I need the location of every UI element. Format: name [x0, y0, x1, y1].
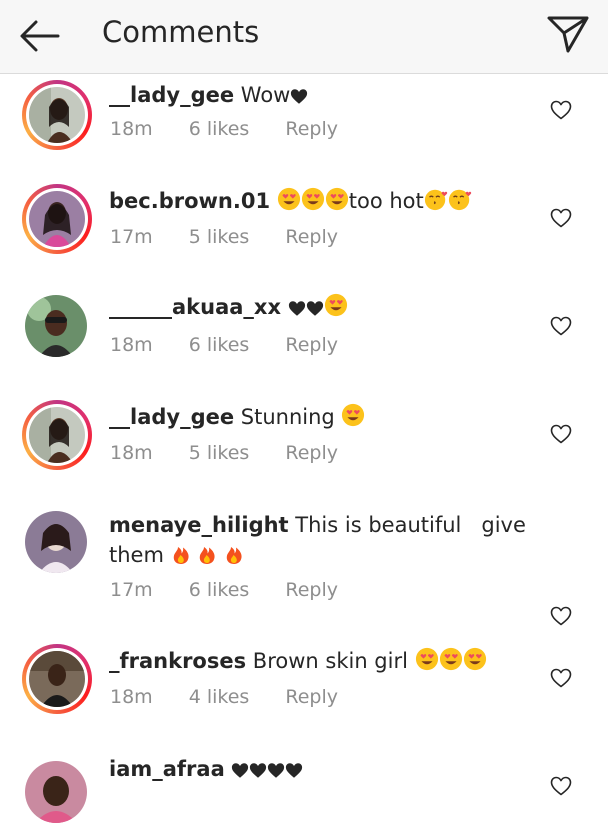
likes-count[interactable]: 4 likes — [189, 686, 250, 708]
black-heart-icon — [231, 762, 249, 779]
avatar — [25, 511, 87, 573]
likes-count[interactable]: 5 likes — [189, 226, 250, 248]
avatar-container[interactable] — [22, 508, 92, 578]
comment-text: menaye_hilight This is beautiful give th… — [109, 510, 529, 570]
reply-button[interactable]: Reply — [285, 118, 338, 140]
comment-text: bec.brown.01 too hot — [109, 186, 529, 216]
arrow-left-icon[interactable] — [18, 18, 62, 54]
story-ring[interactable] — [22, 184, 92, 254]
heart-icon[interactable] — [550, 100, 572, 120]
reply-button[interactable]: Reply — [285, 579, 338, 601]
heart-eyes-emoji-icon — [341, 403, 365, 427]
black-heart-icon — [249, 762, 267, 779]
username[interactable]: bec.brown.01 — [109, 189, 270, 213]
timestamp: 18m — [110, 334, 153, 356]
story-ring[interactable] — [22, 644, 92, 714]
heart-eyes-emoji-icon — [463, 647, 487, 671]
story-ring[interactable] — [22, 80, 92, 150]
list-item: _frankroses Brown skin girl 18m 4 likes … — [0, 644, 608, 752]
black-heart-icon — [267, 762, 285, 779]
avatar — [29, 191, 85, 247]
heart-eyes-emoji-icon — [301, 187, 325, 211]
username[interactable]: __lady_gee — [109, 83, 234, 107]
likes-count[interactable]: 6 likes — [189, 579, 250, 601]
likes-count[interactable]: 5 likes — [189, 442, 250, 464]
comment-body: Brown skin girl — [252, 649, 408, 673]
list-item: iam_afraa — [0, 752, 608, 823]
avatar — [29, 87, 85, 143]
heart-eyes-emoji-icon — [277, 187, 301, 211]
list-item: __lady_gee Wow 18m 6 likes Reply — [0, 74, 608, 184]
comment-body: too hot — [348, 189, 424, 213]
list-item: __lady_gee Stunning 18m 5 likes Reply — [0, 400, 608, 508]
heart-eyes-emoji-icon — [415, 647, 439, 671]
username[interactable]: menaye_hilight — [109, 513, 289, 537]
reply-button[interactable]: Reply — [285, 334, 338, 356]
heart-eyes-emoji-icon — [439, 647, 463, 671]
username[interactable]: _frankroses — [109, 649, 246, 673]
comment-text: _frankroses Brown skin girl — [109, 646, 529, 676]
avatar-container[interactable] — [22, 292, 92, 362]
page-title: Comments — [102, 15, 260, 49]
timestamp: 18m — [110, 686, 153, 708]
timestamp: 18m — [110, 118, 153, 140]
avatar — [29, 407, 85, 463]
comment-text: iam_afraa — [109, 754, 529, 784]
heart-eyes-emoji-icon — [325, 187, 349, 211]
comment-meta: 18m 6 likes Reply — [110, 334, 368, 356]
heart-eyes-emoji-icon — [324, 293, 348, 317]
black-heart-icon — [285, 762, 303, 779]
list-item: bec.brown.01 too hot 17m 5 likes Reply — [0, 184, 608, 292]
comment-text: __lady_gee Stunning — [109, 402, 529, 432]
username[interactable]: ______akuaa_xx — [109, 295, 281, 319]
comment-body: Wow — [240, 83, 291, 107]
likes-count[interactable]: 6 likes — [189, 334, 250, 356]
avatar — [29, 651, 85, 707]
reply-button[interactable]: Reply — [285, 226, 338, 248]
comment-body: Stunning — [240, 405, 335, 429]
story-ring[interactable] — [22, 400, 92, 470]
avatar — [25, 295, 87, 357]
heart-icon[interactable] — [550, 208, 572, 228]
likes-count[interactable]: 6 likes — [189, 118, 250, 140]
black-heart-icon — [290, 88, 308, 105]
list-item: ______akuaa_xx 18m 6 likes Reply — [0, 292, 608, 400]
comment-text: __lady_gee Wow — [109, 80, 529, 110]
heart-icon[interactable] — [550, 776, 572, 796]
heart-icon[interactable] — [550, 424, 572, 444]
black-heart-icon — [306, 300, 324, 317]
fire-emoji-icon — [197, 541, 217, 565]
comment-meta: 18m 5 likes Reply — [110, 442, 368, 464]
avatar — [25, 761, 87, 823]
comment-meta: 18m 4 likes Reply — [110, 686, 368, 708]
comment-meta: 17m 6 likes Reply — [110, 579, 368, 601]
paper-plane-icon[interactable] — [546, 14, 590, 54]
timestamp: 17m — [110, 226, 153, 248]
reply-button[interactable]: Reply — [285, 442, 338, 464]
heart-icon[interactable] — [550, 606, 572, 626]
black-heart-icon — [288, 300, 306, 317]
comments-header: Comments — [0, 0, 608, 74]
comment-meta: 18m 6 likes Reply — [110, 118, 368, 140]
fire-emoji-icon — [224, 541, 244, 565]
comment-text: ______akuaa_xx — [109, 292, 529, 322]
username[interactable]: iam_afraa — [109, 757, 225, 781]
comment-meta: 17m 5 likes Reply — [110, 226, 368, 248]
reply-button[interactable]: Reply — [285, 686, 338, 708]
list-item: menaye_hilight This is beautiful give th… — [0, 508, 608, 644]
avatar-container[interactable] — [22, 758, 92, 828]
username[interactable]: __lady_gee — [109, 405, 234, 429]
fire-emoji-icon — [171, 541, 191, 565]
kissing-heart-emoji-icon — [448, 187, 472, 211]
timestamp: 17m — [110, 579, 153, 601]
heart-icon[interactable] — [550, 316, 572, 336]
kissing-heart-emoji-icon — [424, 187, 448, 211]
heart-icon[interactable] — [550, 668, 572, 688]
timestamp: 18m — [110, 442, 153, 464]
